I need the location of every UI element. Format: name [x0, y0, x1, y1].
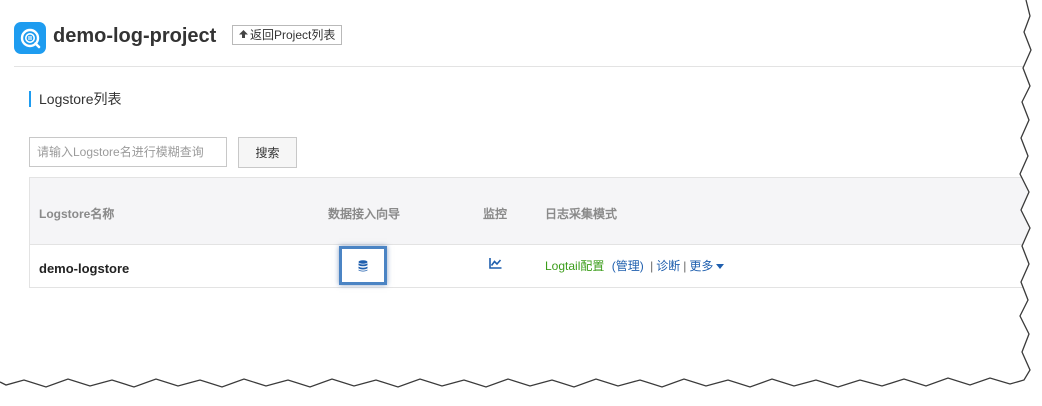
torn-paper-edge	[0, 0, 1042, 406]
page: demo-log-project 返回Project列表 Logstore列表 …	[0, 0, 1042, 406]
